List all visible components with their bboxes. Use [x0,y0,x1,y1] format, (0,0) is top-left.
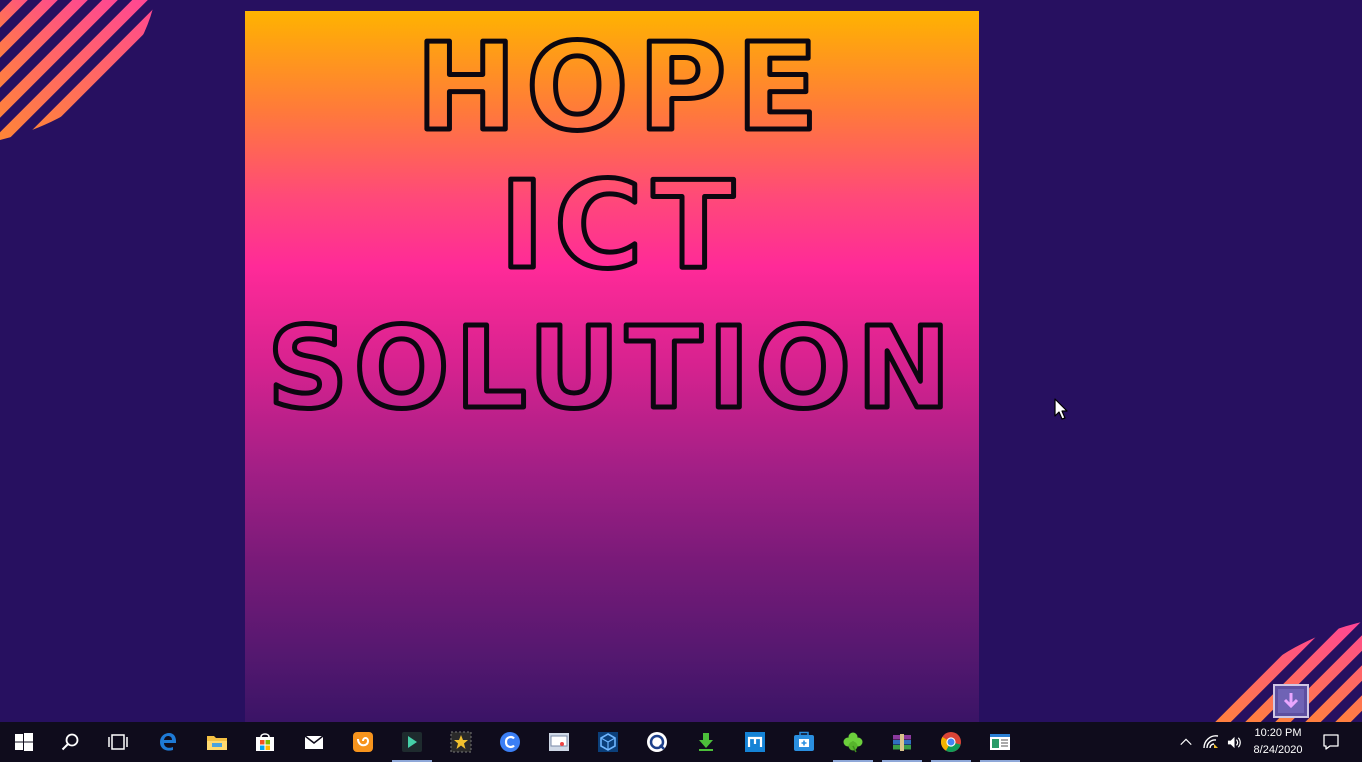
mail-icon [304,735,324,749]
task-view-button[interactable] [94,722,142,762]
toolbox-icon [794,731,814,751]
hope-ict-poster: HOPE ICT SOLUTION [245,11,979,722]
filmora-icon [402,732,422,752]
task-view-icon [108,734,128,750]
edge-button[interactable] [144,722,192,762]
clock-time: 10:20 PM [1254,727,1302,739]
store-bag-icon [256,733,274,751]
desktop[interactable]: HOPE ICT SOLUTION [0,0,1362,722]
cortana-c-button[interactable] [486,722,534,762]
action-center-button[interactable] [1316,722,1346,762]
uc-browser-button[interactable] [339,722,387,762]
document-window-icon [990,734,1010,750]
chevron-up-icon [1180,738,1192,746]
c-circle-icon [500,732,520,752]
file-explorer-button[interactable] [193,722,241,762]
network-button[interactable] [1199,722,1223,762]
chrome-button[interactable] [927,722,975,762]
chrome-icon [941,732,961,752]
poster-line-hope: HOPE [416,19,828,158]
movie-maker-button[interactable] [437,722,485,762]
edge-icon [160,733,176,751]
download-arrow-icon [699,733,713,751]
store-button[interactable] [241,722,289,762]
archive-books-icon [893,734,911,751]
notification-icon [1323,734,1339,750]
diagonal-stripes-decoration [0,0,155,140]
search-icon [61,733,79,751]
downloader-button[interactable] [682,722,730,762]
mail-button[interactable] [290,722,338,762]
mouse-pointer-icon [1054,398,1068,420]
download-thumbnail-icon[interactable] [1273,684,1309,718]
star-film-icon [450,731,472,753]
search-button[interactable] [46,722,94,762]
poster-line-ict: ICT [500,157,745,296]
filmora-button[interactable] [388,722,436,762]
volume-button[interactable] [1222,722,1246,762]
volume-icon [1227,736,1241,748]
wifi-icon [1203,735,1219,749]
cube-shield-icon [598,732,618,752]
taskbar: 10:20 PM 8/24/2020 [0,722,1362,762]
poster-line-solution: SOLUTION [267,304,956,431]
windows-logo-icon [15,733,33,751]
start-button[interactable] [0,722,48,762]
poster-title: HOPE ICT SOLUTION [265,17,956,432]
clover-button[interactable] [829,722,877,762]
folder-icon [207,736,227,750]
notepad-button[interactable] [976,722,1024,762]
m-square-icon [745,732,765,752]
system-clock[interactable]: 10:20 PM 8/24/2020 [1246,722,1310,762]
monitor-icon [549,733,569,751]
q-player-icon [647,732,667,752]
maxthon-button[interactable] [731,722,779,762]
uc-browser-icon [353,732,373,752]
toolbox-button[interactable] [780,722,828,762]
winrar-button[interactable] [878,722,926,762]
clover-icon [843,732,863,753]
qq-player-button[interactable] [633,722,681,762]
remote-desktop-button[interactable] [535,722,583,762]
show-hidden-icons-button[interactable] [1174,722,1198,762]
vpn-shield-button[interactable] [584,722,632,762]
clock-date: 8/24/2020 [1253,744,1303,756]
